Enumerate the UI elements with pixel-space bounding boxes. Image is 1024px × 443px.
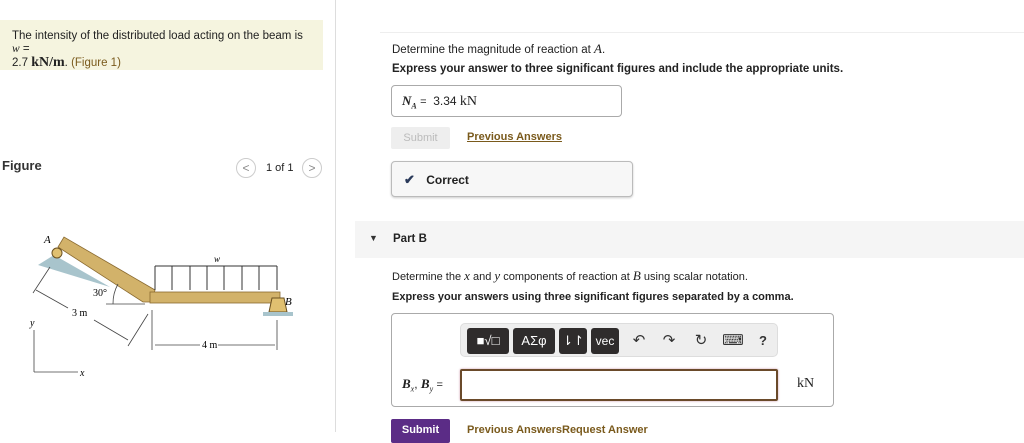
submit-button-b[interactable]: Submit: [391, 419, 450, 443]
part-b-header[interactable]: ▼ Part B: [355, 221, 1024, 258]
separator: [380, 32, 1024, 33]
prompt-text: Determine the magnitude of reaction at: [392, 44, 591, 56]
vector-button[interactable]: vec: [591, 328, 619, 354]
prompt-end: using scalar notation.: [643, 271, 748, 283]
part-b-instructions: Express your answers using three signifi…: [392, 291, 794, 303]
keyboard-icon[interactable]: ⌨: [721, 328, 745, 354]
help-icon[interactable]: ?: [751, 328, 775, 354]
templates-button[interactable]: ■√□: [467, 328, 509, 354]
var-x: x: [464, 268, 470, 283]
label-y: y: [29, 318, 35, 329]
var-y: y: [494, 268, 501, 283]
label-3m: 3 m: [72, 308, 88, 319]
next-figure-button[interactable]: >: [302, 158, 322, 178]
previous-answers-link-b[interactable]: Previous Answers: [467, 424, 562, 436]
sep: ,: [414, 377, 418, 391]
b-label: B: [402, 376, 411, 391]
label-4m: 4 m: [202, 340, 218, 351]
greek-symbols-button[interactable]: ΑΣφ: [513, 328, 555, 354]
feedback-text: Correct: [426, 173, 469, 187]
var-a: A: [594, 41, 602, 56]
figure-pager: 1 of 1: [266, 162, 294, 174]
period: .: [601, 44, 606, 56]
arrows-button[interactable]: ⇂↾: [559, 328, 587, 354]
previous-answers-link[interactable]: Previous Answers: [467, 131, 562, 143]
collapse-triangle-icon[interactable]: ▼: [369, 233, 378, 243]
var-b: B: [632, 268, 641, 283]
label-w: w: [214, 254, 220, 264]
answer-label: Bx, By =: [402, 376, 443, 393]
math-toolbar: ■√□ ΑΣφ ⇂↾ vec ↶ ↷ ↻ ⌨ ?: [460, 323, 778, 357]
label-x: x: [79, 368, 85, 379]
w-var: w: [12, 43, 20, 55]
intro-text: The intensity of the distributed load ac…: [12, 30, 303, 42]
part-a-instructions: Express your answer to three significant…: [392, 63, 844, 75]
undo-icon[interactable]: ↶: [627, 328, 651, 354]
part-b-answer-box: ■√□ ΑΣφ ⇂↾ vec ↶ ↷ ↻ ⌨ ? Bx, By = kN: [391, 313, 834, 407]
answer-label: N: [402, 93, 412, 108]
prompt-mid: components of reaction at: [503, 271, 630, 283]
beam-diagram: A B w 30° 3 m 4 m y x: [29, 234, 293, 379]
part-b-title: Part B: [393, 233, 427, 245]
figure-link[interactable]: (Figure 1): [71, 57, 121, 69]
eq: =: [22, 43, 30, 55]
figure-heading: Figure: [2, 158, 42, 173]
b-label-2: B: [420, 376, 430, 391]
unit-label: kN: [797, 376, 815, 391]
feedback-box: ✔ Correct: [391, 161, 633, 197]
redo-icon[interactable]: ↷: [657, 328, 681, 354]
pin-a: [51, 247, 63, 259]
problem-statement: The intensity of the distributed load ac…: [0, 20, 323, 70]
load-unit: kN/m: [31, 55, 65, 70]
sub-y: y: [429, 384, 434, 394]
distributed-load: [154, 265, 278, 290]
period: .: [64, 57, 68, 69]
submit-button[interactable]: Submit: [391, 127, 450, 149]
divider: [335, 0, 336, 432]
request-answer-link[interactable]: Request Answer: [562, 424, 648, 436]
part-a-answer-box: NA = 3.34 kN: [391, 85, 622, 117]
answer-unit: kN: [459, 94, 478, 109]
eq: =: [420, 96, 427, 108]
label-angle: 30°: [93, 288, 107, 299]
label-b: B: [285, 296, 292, 308]
answer-sub: A: [411, 101, 417, 111]
prompt-pre: Determine the: [392, 271, 462, 283]
beam-horizontal: [149, 291, 281, 304]
check-icon: ✔: [404, 172, 415, 187]
label-a: A: [43, 234, 51, 246]
reset-icon[interactable]: ↻: [689, 328, 713, 354]
part-b-prompt: Determine the x and y components of reac…: [392, 268, 748, 284]
eq: =: [436, 379, 443, 391]
load-value: 2.7: [12, 57, 28, 69]
answer-value: 3.34: [433, 94, 457, 108]
part-a-prompt: Determine the magnitude of reaction at A…: [392, 41, 605, 57]
answer-input[interactable]: [460, 369, 778, 401]
and: and: [473, 271, 492, 283]
prev-figure-button[interactable]: <: [236, 158, 256, 178]
ground-b: [263, 312, 293, 316]
